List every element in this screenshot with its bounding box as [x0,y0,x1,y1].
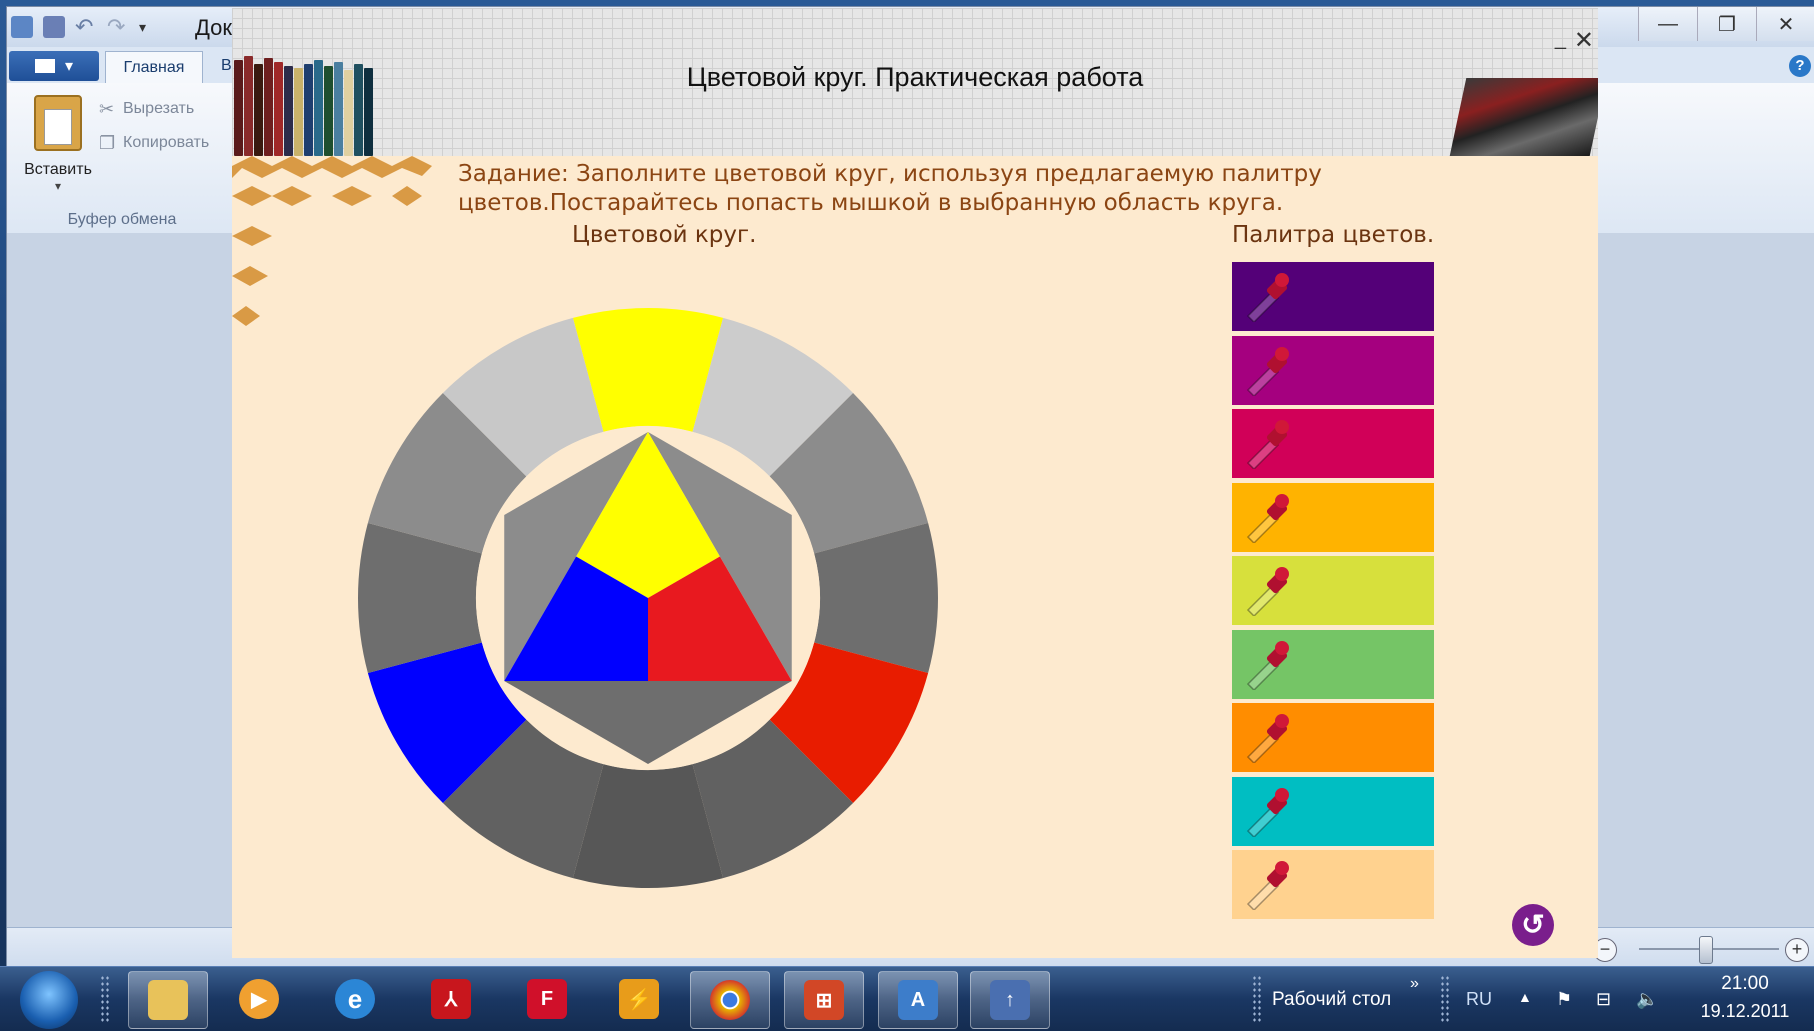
undo-icon[interactable]: ↶ [75,16,97,38]
reset-button[interactable]: ↺ [1512,904,1554,946]
app-header: Цветовой круг. Практическая работа _ ✕ [232,8,1598,156]
swatch-purple[interactable] [1232,335,1434,405]
customize-qa-icon[interactable]: ▾ [139,16,161,38]
powerpoint-icon: ⊞ [804,980,844,1020]
quick-access-toolbar: ↶ ↷ ▾ [11,13,161,41]
flash-app-icon: ↑ [990,980,1030,1020]
eyedropper-icon [1246,346,1289,396]
color-wheel-app: Цветовой круг. Практическая работа _ ✕ З… [232,8,1598,958]
zoom-in-button[interactable]: + [1785,938,1809,962]
start-button[interactable] [20,971,78,1029]
flashget-icon: F [527,979,567,1019]
eyedropper-icon [1246,567,1289,616]
eyedropper-icon [1246,493,1289,543]
restore-button[interactable]: ❐ [1697,7,1756,41]
clock-time: 21:00 [1721,973,1769,994]
swatch-crimson[interactable] [1232,409,1434,478]
taskbar: ▶ e ⅄ F ⚡ ⊞ A ↑ Рабочий стол » RU ▲ ⚑ ⊟ … [0,966,1814,1031]
wordpad-title: Док [195,15,233,40]
acrobat-icon: ⅄ [431,979,471,1019]
taskbar-grip [1252,975,1262,1023]
app-minimize-button[interactable]: _ [1555,28,1566,51]
copy-icon: ❐ [99,133,116,153]
window-controls: — ❐ ✕ [1638,7,1814,41]
swatch-violet[interactable] [1232,262,1434,331]
cut-button[interactable]: ✂ Вырезать [99,99,194,119]
folder-icon [148,980,188,1020]
copy-label: Копировать [123,134,210,151]
color-palette [1232,262,1434,924]
palette-label: Палитра цветов. [1232,222,1435,248]
taskbar-wordpad[interactable]: A [878,971,958,1029]
menu-icon [34,59,55,73]
redo-icon[interactable]: ↷ [107,16,129,38]
show-hidden-icons[interactable]: ▲ [1518,989,1532,1005]
eyedropper-icon [1246,273,1289,322]
chevron-down-icon: ▾ [64,58,74,75]
taskbar-powerpoint[interactable]: ⊞ [784,971,864,1029]
swatch-peach[interactable] [1232,850,1434,919]
eyedropper-icon [1246,714,1289,763]
lightning-icon: ⚡ [619,979,659,1019]
clock-date: 19.12.2011 [1700,1001,1790,1021]
paste-button[interactable]: Вставить ▾ [17,95,99,193]
eyedropper-icon [1246,861,1289,910]
taskbar-explorer[interactable] [128,971,208,1029]
taskbar-chrome[interactable] [690,971,770,1029]
app-title: Цветовой круг. Практическая работа [686,62,1144,92]
help-icon[interactable]: ? [1789,55,1811,77]
zoom-slider-thumb[interactable] [1699,936,1713,964]
clock[interactable]: 21:00 19.12.2011 [1690,973,1800,1022]
color-wheel[interactable] [322,248,1022,948]
taskbar-flash-app[interactable]: ↑ [970,971,1050,1029]
paste-label: Вставить [24,161,92,178]
ie-icon: e [335,979,375,1019]
volume-icon[interactable]: 🔈 [1636,989,1660,1011]
wheel-label: Цветовой круг. [572,222,757,248]
chevron-down-icon: ▾ [54,179,62,193]
file-menu-button[interactable]: ▾ [9,51,99,81]
swatch-orange[interactable] [1232,703,1434,772]
taskbar-grip [100,975,110,1023]
swatch-lime[interactable] [1232,556,1434,625]
eyedropper-icon [1246,640,1289,690]
taskbar-acrobat[interactable]: ⅄ [412,971,490,1027]
chrome-icon [710,980,750,1020]
swatch-amber[interactable] [1232,482,1434,552]
wordpad-icon: A [898,980,938,1020]
eyedropper-icon [1246,787,1289,837]
tab-home[interactable]: Главная [105,51,203,84]
clipboard-icon [34,95,82,151]
desktop-toolbar-label[interactable]: Рабочий стол [1272,989,1391,1011]
save-icon[interactable] [43,16,65,38]
taskbar-flashget[interactable]: F [508,971,586,1027]
network-icon[interactable]: ⊟ [1596,989,1620,1011]
cut-label: Вырезать [123,100,195,117]
taskbar-ie[interactable]: e [316,971,394,1027]
scissors-icon: ✂ [99,99,115,119]
taskbar-winamp[interactable]: ⚡ [600,971,678,1027]
action-center-flag-icon[interactable]: ⚑ [1556,989,1580,1011]
language-indicator[interactable]: RU [1466,989,1492,1010]
media-player-icon: ▶ [239,979,279,1019]
tab-view[interactable]: В [221,57,232,75]
copy-button[interactable]: ❐ Копировать [99,133,209,153]
swatch-green[interactable] [1232,629,1434,699]
eyedropper-icon [1246,420,1289,469]
taskbar-media-player[interactable]: ▶ [220,971,298,1027]
app-close-button[interactable]: ✕ [1574,26,1594,55]
chevron-right-icon[interactable]: » [1410,975,1419,993]
taskbar-grip [1440,975,1450,1023]
close-button[interactable]: ✕ [1756,7,1814,41]
wordpad-app-icon[interactable] [11,16,33,38]
clipboard-group-label: Буфер обмена [67,211,177,228]
task-text: Задание: Заполните цветовой круг, исполь… [458,161,1322,216]
swatch-teal[interactable] [1232,776,1434,846]
minimize-button[interactable]: — [1638,7,1697,41]
